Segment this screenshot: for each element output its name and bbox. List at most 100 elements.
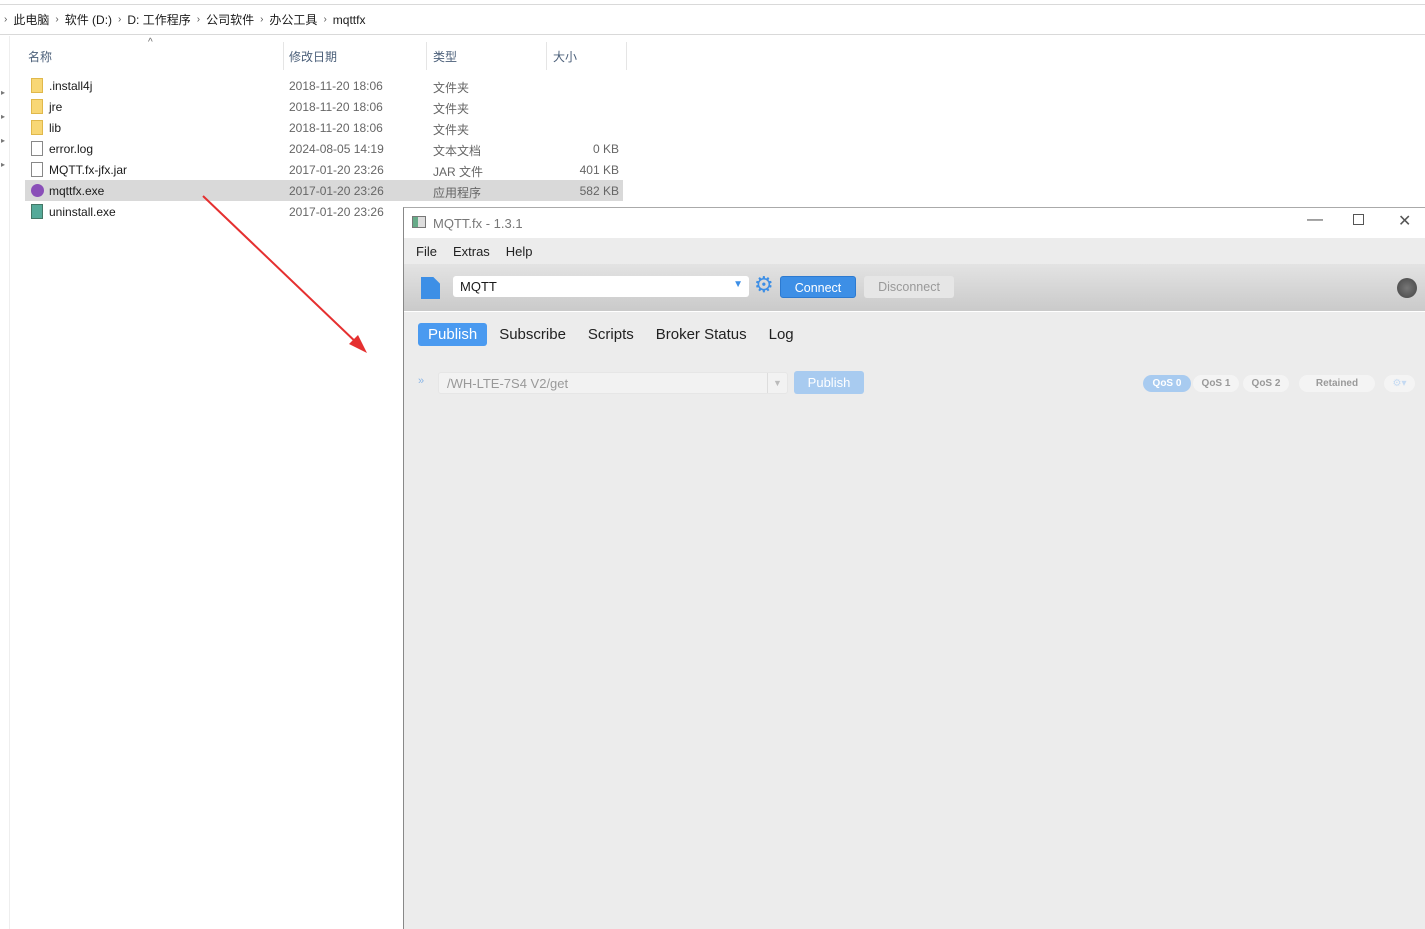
mqttfx-window: MQTT.fx - 1.3.1 — ✕ File Extras Help MQT… (403, 207, 1425, 929)
file-date: 2018-11-20 18:06 (289, 100, 383, 114)
connection-toolbar: MQTT ▼ ⚙ Connect Disconnect (404, 264, 1425, 312)
chevron-down-icon[interactable]: ▼ (767, 373, 787, 393)
breadcrumb-item[interactable]: 此电脑 (13, 11, 49, 28)
file-date: 2017-01-20 23:26 (289, 163, 384, 177)
column-divider[interactable] (283, 42, 284, 70)
breadcrumb-item[interactable]: 软件 (D:) (65, 11, 112, 28)
expand-icon[interactable]: ▸ (1, 88, 5, 97)
gear-icon[interactable]: ⚙ (754, 274, 774, 296)
breadcrumb-item[interactable]: mqttfx (333, 13, 366, 27)
publish-button[interactable]: Publish (794, 371, 864, 394)
file-size: 0 KB (592, 142, 619, 156)
file-type: 文件夹 (433, 102, 470, 116)
tab-bar: Publish Subscribe Scripts Broker Status … (418, 323, 806, 346)
file-icon[interactable] (421, 277, 440, 299)
column-divider[interactable] (426, 42, 427, 70)
file-name: lib (49, 121, 62, 135)
topic-input[interactable]: /WH-LTE-7S4 V2/get ▼ (438, 372, 788, 394)
maximize-icon[interactable] (1353, 214, 1364, 225)
file-row[interactable]: MQTT.fx-jfx.jar 2017-01-20 23:26 JAR 文件 … (25, 159, 623, 180)
folder-icon (31, 78, 43, 93)
publish-row: » /WH-LTE-7S4 V2/get ▼ Publish QoS 0 QoS … (404, 371, 1425, 395)
chevron-right-icon[interactable]: › (260, 14, 263, 25)
file-type: JAR 文件 (433, 165, 484, 179)
tab-log[interactable]: Log (759, 323, 804, 346)
file-date: 2018-11-20 18:06 (289, 121, 383, 135)
tab-broker-status[interactable]: Broker Status (646, 323, 757, 346)
tab-subscribe[interactable]: Subscribe (489, 323, 576, 346)
expand-icon[interactable]: ▸ (1, 136, 5, 145)
minimize-icon[interactable]: — (1307, 211, 1323, 229)
column-header-type[interactable]: 类型 (433, 48, 457, 65)
folder-icon (31, 99, 43, 114)
column-header-date[interactable]: 修改日期 (289, 48, 337, 65)
settings-dropdown-icon[interactable]: ⚙▾ (1384, 375, 1415, 392)
file-date: 2024-08-05 14:19 (289, 142, 384, 156)
expand-icon[interactable]: ▸ (1, 160, 5, 169)
tab-scripts[interactable]: Scripts (578, 323, 644, 346)
file-date: 2017-01-20 23:26 (289, 184, 384, 198)
menu-extras[interactable]: Extras (453, 244, 490, 259)
close-icon[interactable]: ✕ (1398, 211, 1411, 231)
menu-bar: File Extras Help (404, 238, 1425, 264)
file-type: 文件夹 (433, 123, 470, 137)
window-title: MQTT.fx - 1.3.1 (433, 216, 523, 231)
breadcrumb-item[interactable]: 公司软件 (206, 11, 254, 28)
column-divider[interactable] (546, 42, 547, 70)
file-name: MQTT.fx-jfx.jar (49, 163, 127, 177)
app-icon (31, 184, 44, 197)
column-header-name[interactable]: 名称 (28, 48, 52, 65)
profile-value: MQTT (460, 279, 497, 294)
breadcrumb-item[interactable]: 办公工具 (269, 11, 317, 28)
file-name: .install4j (49, 79, 93, 93)
column-header-size[interactable]: 大小 (553, 48, 577, 65)
file-size: 582 KB (579, 184, 619, 198)
file-date: 2017-01-20 23:26 (289, 205, 384, 219)
qos-2-toggle[interactable]: QoS 2 (1243, 375, 1289, 392)
breadcrumb: › 此电脑 › 软件 (D:) › D: 工作程序 › 公司软件 › 办公工具 › mqt… (0, 4, 1425, 35)
sort-ascending-icon: ^ (148, 37, 153, 48)
column-divider[interactable] (626, 42, 627, 70)
file-icon (31, 141, 43, 156)
tab-publish[interactable]: Publish (418, 323, 488, 346)
file-date: 2018-11-20 18:06 (289, 79, 383, 93)
file-type: 文件夹 (433, 81, 470, 95)
disconnect-button[interactable]: Disconnect (864, 276, 954, 298)
menu-help[interactable]: Help (506, 244, 533, 259)
file-name: error.log (49, 142, 94, 156)
file-name: jre (49, 100, 63, 114)
expand-icon[interactable]: ▸ (1, 112, 5, 121)
file-icon (31, 162, 43, 177)
profile-select[interactable]: MQTT ▼ (453, 276, 749, 297)
file-name: mqttfx.exe (49, 184, 105, 198)
chevron-right-icon[interactable]: › (197, 14, 200, 25)
folder-icon (31, 120, 43, 135)
chevron-right-icon[interactable]: › (55, 14, 58, 25)
chevron-down-icon[interactable]: ▼ (733, 279, 743, 290)
file-name: uninstall.exe (49, 205, 116, 219)
file-row[interactable]: jre 2018-11-20 18:06 文件夹 (25, 96, 623, 117)
chevron-right-icon: › (4, 14, 8, 25)
file-row[interactable]: lib 2018-11-20 18:06 文件夹 (25, 117, 623, 138)
breadcrumb-item[interactable]: D: 工作程序 (127, 11, 190, 28)
topic-value: /WH-LTE-7S4 V2/get (447, 376, 569, 391)
file-size: 401 KB (579, 163, 619, 177)
chevron-right-icon[interactable]: › (323, 14, 326, 25)
file-type: 应用程序 (433, 186, 482, 200)
chevron-right-icon[interactable]: › (118, 14, 121, 25)
uninstall-icon (31, 204, 43, 219)
double-chevron-right-icon[interactable]: » (418, 375, 424, 387)
app-icon (412, 216, 426, 228)
file-row[interactable]: mqttfx.exe 2017-01-20 23:26 应用程序 582 KB (25, 180, 623, 201)
navigation-pane[interactable]: ▸ ▸ ▸ ▸ (0, 36, 10, 929)
connect-button[interactable]: Connect (780, 276, 856, 298)
qos-0-toggle[interactable]: QoS 0 (1143, 375, 1191, 392)
qos-1-toggle[interactable]: QoS 1 (1193, 375, 1239, 392)
retained-toggle[interactable]: Retained (1299, 375, 1375, 392)
file-row[interactable]: error.log 2024-08-05 14:19 文本文档 0 KB (25, 138, 623, 159)
file-row[interactable]: .install4j 2018-11-20 18:06 文件夹 (25, 75, 623, 96)
menu-file[interactable]: File (416, 244, 437, 259)
connection-status-indicator (1397, 278, 1417, 298)
file-type: 文本文档 (433, 144, 482, 158)
title-bar[interactable]: MQTT.fx - 1.3.1 — ✕ (404, 208, 1425, 238)
